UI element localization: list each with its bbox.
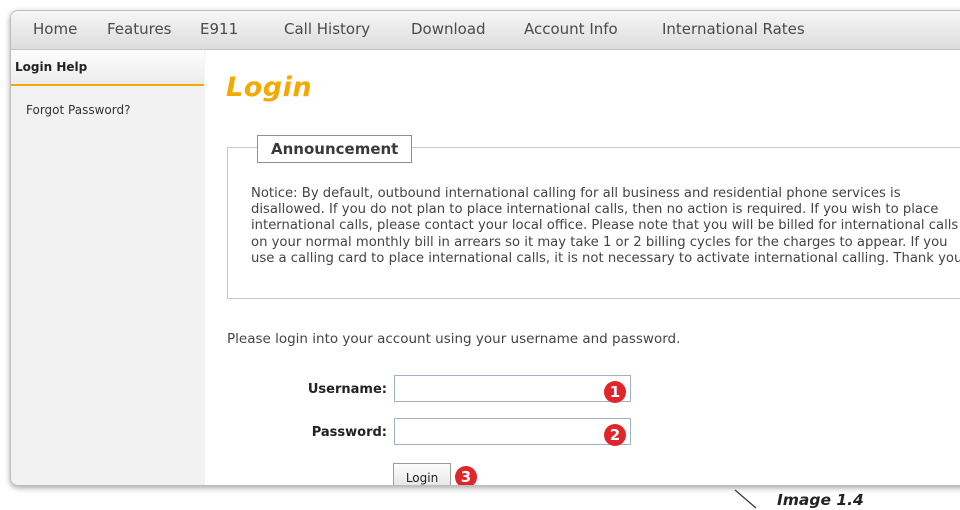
caption-tab-outline xyxy=(734,489,757,509)
image-caption: Image 1.4 xyxy=(777,491,864,509)
